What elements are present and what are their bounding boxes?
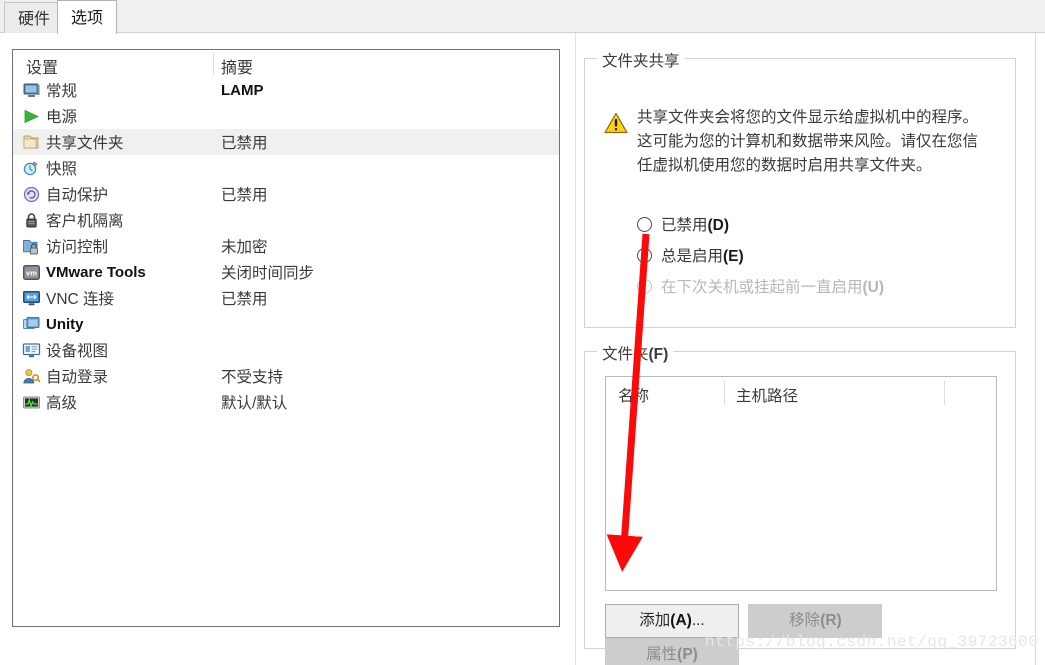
folders-group: 文件夹(F) 名称 主机路径 添加(A)... 移除(R) 属性(P)	[584, 342, 1016, 665]
svg-text:vm: vm	[26, 268, 37, 277]
radio-disabled-indicator[interactable]	[637, 216, 652, 232]
list-item-label: 电源	[46, 109, 78, 126]
list-item-summary: 已禁用	[221, 187, 268, 204]
header-column-divider	[213, 53, 214, 75]
list-item-label: 共享文件夹	[46, 135, 124, 152]
tab-hardware[interactable]: 硬件	[4, 2, 65, 33]
folder-icon	[22, 133, 41, 152]
list-item[interactable]: vm VMware Tools 关闭时间同步	[13, 259, 559, 285]
list-item-label: 高级	[46, 395, 78, 412]
radio-always-enabled[interactable]: 总是启用(E)	[637, 244, 744, 266]
sharing-warning-text: 共享文件夹会将您的文件显示给虚拟机中的程序。这可能为您的计算机和数据带来风险。请…	[637, 109, 979, 174]
list-item-summary: 已禁用	[221, 291, 268, 308]
folders-table-divider-2[interactable]	[944, 381, 945, 405]
list-item[interactable]: 常规 LAMP	[13, 77, 559, 103]
tab-strip: 硬件 选项	[0, 0, 1045, 34]
list-item-summary: 默认/默认	[221, 395, 288, 412]
column-header-setting: 设置	[26, 60, 59, 77]
folders-table-divider-1[interactable]	[724, 381, 725, 405]
vnc-icon	[22, 289, 41, 308]
unity-icon	[22, 315, 41, 334]
list-item[interactable]: 设备视图	[13, 337, 559, 363]
list-item-label: 常规	[46, 83, 78, 100]
folders-table[interactable]: 名称 主机路径	[605, 376, 997, 591]
list-item[interactable]: 访问控制 未加密	[13, 233, 559, 259]
list-item[interactable]: 自动登录 不受支持	[13, 363, 559, 389]
advanced-icon	[22, 393, 41, 412]
radio-disabled[interactable]: 已禁用(D)	[637, 213, 729, 235]
settings-list-header: 设置 摘要	[13, 50, 559, 77]
vmware-tools-icon: vm	[22, 263, 41, 282]
radio-until-next-poweroff: 在下次关机或挂起前一直启用(U)	[637, 275, 884, 297]
list-item[interactable]: 自动保护 已禁用	[13, 181, 559, 207]
list-item-shared-folders[interactable]: 共享文件夹 已禁用	[13, 129, 559, 155]
autologin-icon	[22, 367, 41, 386]
options-detail-pane: 文件夹共享 共享文件夹会将您的文件显示给虚拟机中的程序。这可能为您的计算机和数据…	[575, 33, 1045, 665]
folder-sharing-group: 文件夹共享 共享文件夹会将您的文件显示给虚拟机中的程序。这可能为您的计算机和数据…	[584, 49, 1016, 328]
list-item[interactable]: 高级 默认/默认	[13, 389, 559, 415]
list-item-label: 自动登录	[46, 369, 109, 386]
list-item[interactable]: Unity	[13, 311, 559, 337]
list-item[interactable]: 电源	[13, 103, 559, 129]
list-item-label: 快照	[46, 161, 78, 178]
snapshot-icon	[22, 159, 41, 178]
radio-until-next-poweroff-label: 在下次关机或挂起前一直启用(U)	[661, 279, 885, 296]
radio-always-enabled-label: 总是启用(E)	[661, 248, 744, 265]
monitor-icon	[22, 81, 41, 100]
radio-always-enabled-indicator[interactable]	[637, 247, 652, 263]
folders-column-name[interactable]: 名称	[618, 384, 649, 406]
list-item-summary: 已禁用	[221, 135, 268, 152]
list-item-summary: 未加密	[221, 239, 268, 256]
column-header-summary: 摘要	[221, 60, 254, 77]
tab-options[interactable]: 选项	[57, 0, 118, 34]
warning-triangle-icon	[604, 112, 628, 134]
list-item-summary: 不受支持	[221, 369, 284, 386]
list-item-label: 客户机隔离	[46, 213, 124, 230]
lock-icon	[22, 211, 41, 230]
list-item[interactable]: VNC 连接 已禁用	[13, 285, 559, 311]
radio-until-next-poweroff-indicator	[637, 278, 652, 294]
list-item-label: Unity	[46, 315, 84, 333]
radio-disabled-label: 已禁用(D)	[661, 217, 730, 234]
play-icon	[22, 107, 41, 126]
list-item[interactable]: 快照	[13, 155, 559, 181]
folders-group-title: 文件夹(F)	[597, 342, 674, 364]
list-item[interactable]: 客户机隔离	[13, 207, 559, 233]
autoprotect-icon	[22, 185, 41, 204]
vm-settings-dialog: 硬件 选项 设置 摘要 常规 LAMP 电源 共享文件夹 已禁用 快照 自动保护…	[0, 0, 1045, 665]
list-item-summary: LAMP	[221, 81, 264, 99]
settings-list-panel[interactable]: 设置 摘要 常规 LAMP 电源 共享文件夹 已禁用 快照 自动保护 已禁用 客…	[12, 49, 560, 627]
list-item-label: 自动保护	[46, 187, 109, 204]
list-item-summary: 关闭时间同步	[221, 265, 315, 282]
list-item-label: VNC 连接	[46, 291, 115, 308]
folders-column-host-path[interactable]: 主机路径	[736, 384, 798, 406]
folder-sharing-group-title: 文件夹共享	[597, 49, 685, 71]
list-item-label: 设备视图	[46, 343, 109, 360]
list-item-label: VMware Tools	[46, 263, 146, 281]
dialog-right-border	[1035, 33, 1036, 665]
watermark-text: https://blog.csdn.net/qq_39723600	[705, 633, 1039, 651]
device-view-icon	[22, 341, 41, 360]
access-lock-icon	[22, 237, 41, 256]
list-item-label: 访问控制	[46, 239, 109, 256]
